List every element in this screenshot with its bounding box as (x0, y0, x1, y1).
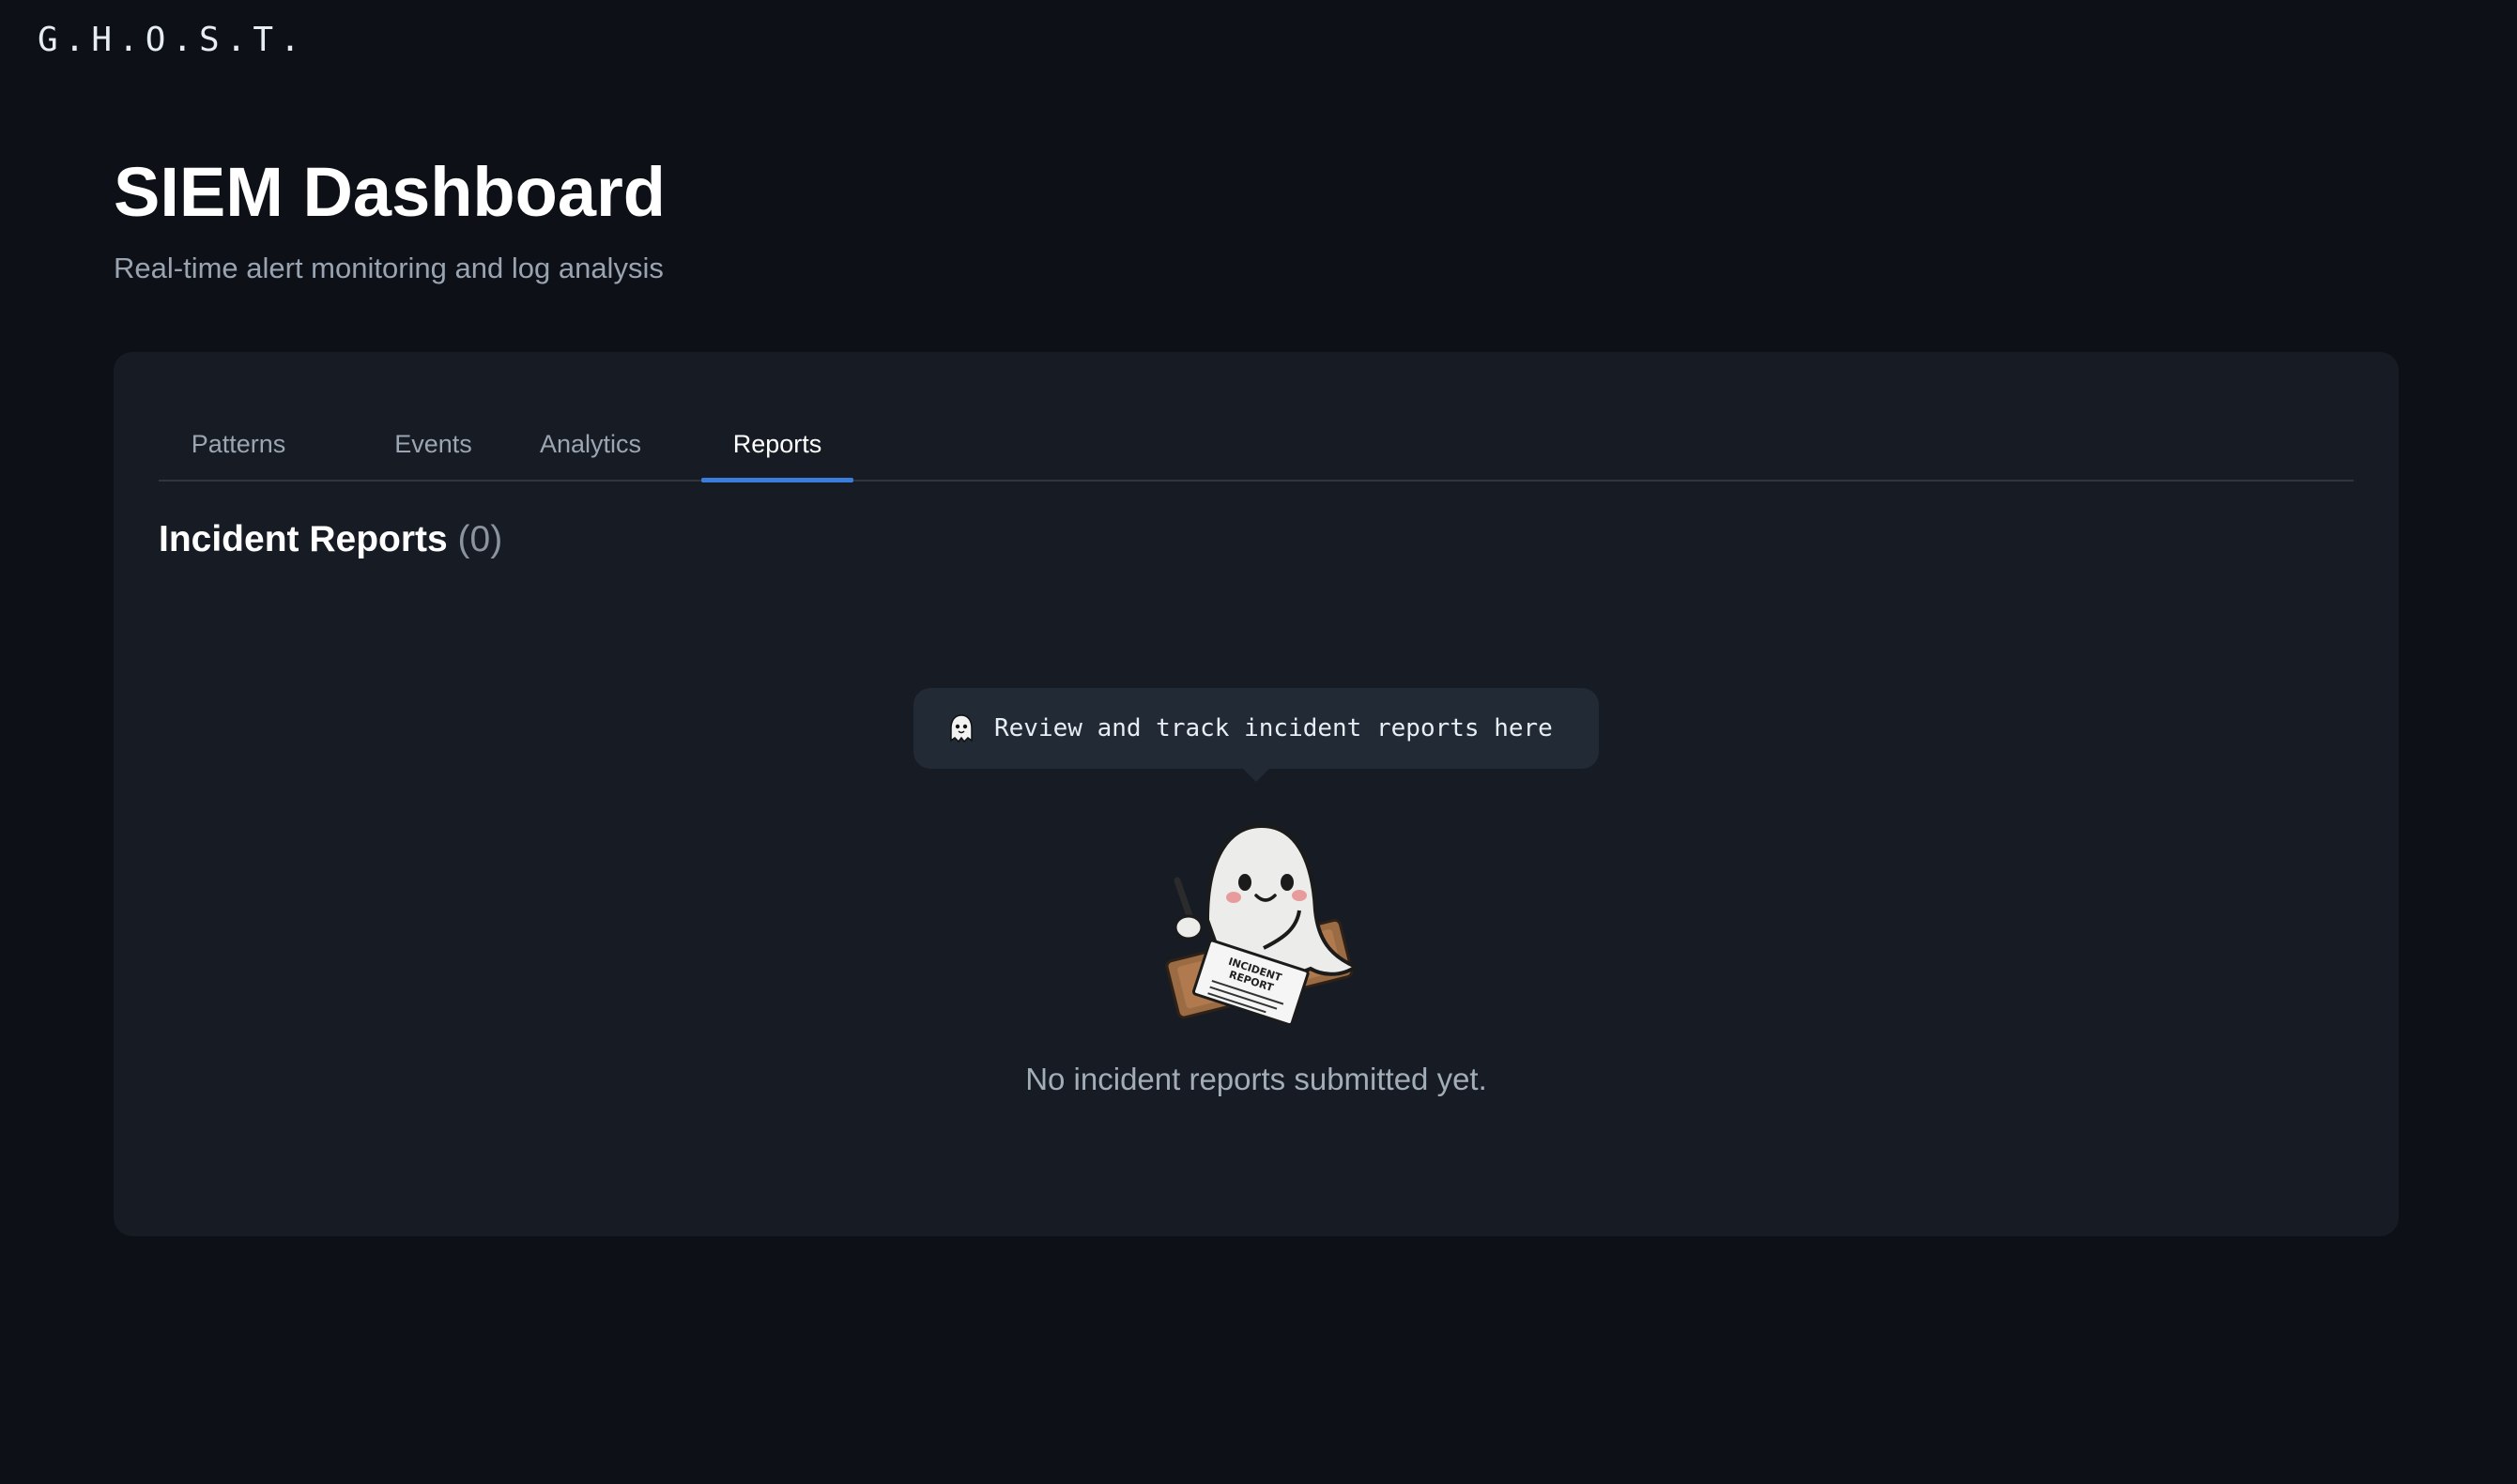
ghost-cheek-left (1226, 892, 1241, 903)
ghost-eye-right (1281, 874, 1294, 891)
tab-events[interactable]: Events (354, 408, 513, 480)
reports-panel: Patterns Events Analytics Reports Incide… (114, 352, 2399, 1236)
ghost-icon (945, 712, 977, 744)
ghost-hand-left (1174, 914, 1204, 941)
hint-text: Review and track incident reports here (994, 714, 1553, 742)
tab-analytics[interactable]: Analytics (513, 408, 668, 480)
ghost-cheek-right (1292, 890, 1307, 901)
tab-reports[interactable]: Reports (701, 408, 853, 482)
page-subtitle: Real-time alert monitoring and log analy… (114, 252, 664, 284)
ghost-eye-left (1238, 874, 1251, 891)
section-title-text: Incident Reports (159, 519, 448, 559)
ghost-writing-report-illustration: INCIDENT REPORT (1165, 823, 1360, 1023)
tab-patterns[interactable]: Patterns (159, 408, 318, 480)
page-title: SIEM Dashboard (114, 153, 666, 231)
app-logo[interactable]: G.H.O.S.T. (38, 21, 307, 59)
hint-tooltip: Review and track incident reports here (913, 688, 1599, 782)
empty-state-message: No incident reports submitted yet. (1025, 1062, 1487, 1096)
report-count: (0) (457, 519, 503, 559)
section-title: Incident Reports (0) (159, 519, 502, 560)
tab-bar: Patterns Events Analytics Reports (159, 408, 2354, 482)
